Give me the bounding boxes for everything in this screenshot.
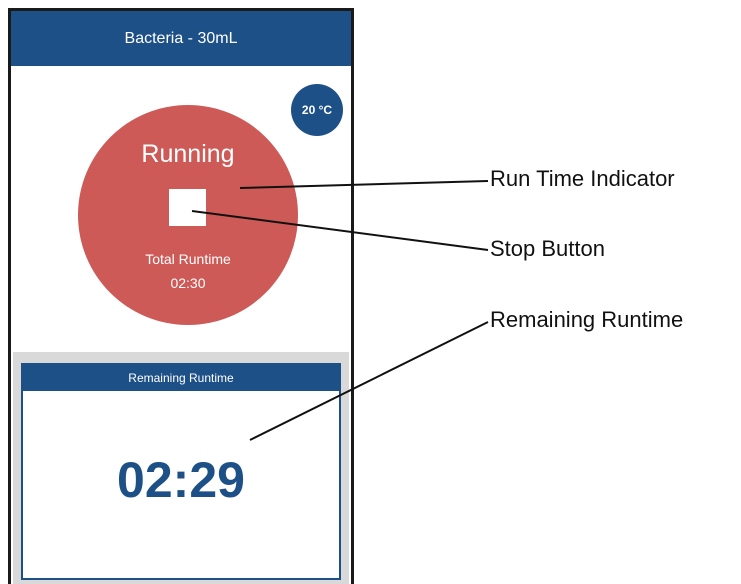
leader-remaining-runtime	[249, 321, 489, 441]
callout-run-time-indicator: Run Time Indicator	[490, 166, 675, 191]
callout-leader-lines	[191, 180, 489, 441]
callout-remaining-runtime: Remaining Runtime	[490, 307, 684, 332]
leader-stop-button	[191, 210, 489, 251]
leader-run-time-indicator	[239, 180, 489, 189]
callout-stop-button: Stop Button	[490, 236, 605, 261]
